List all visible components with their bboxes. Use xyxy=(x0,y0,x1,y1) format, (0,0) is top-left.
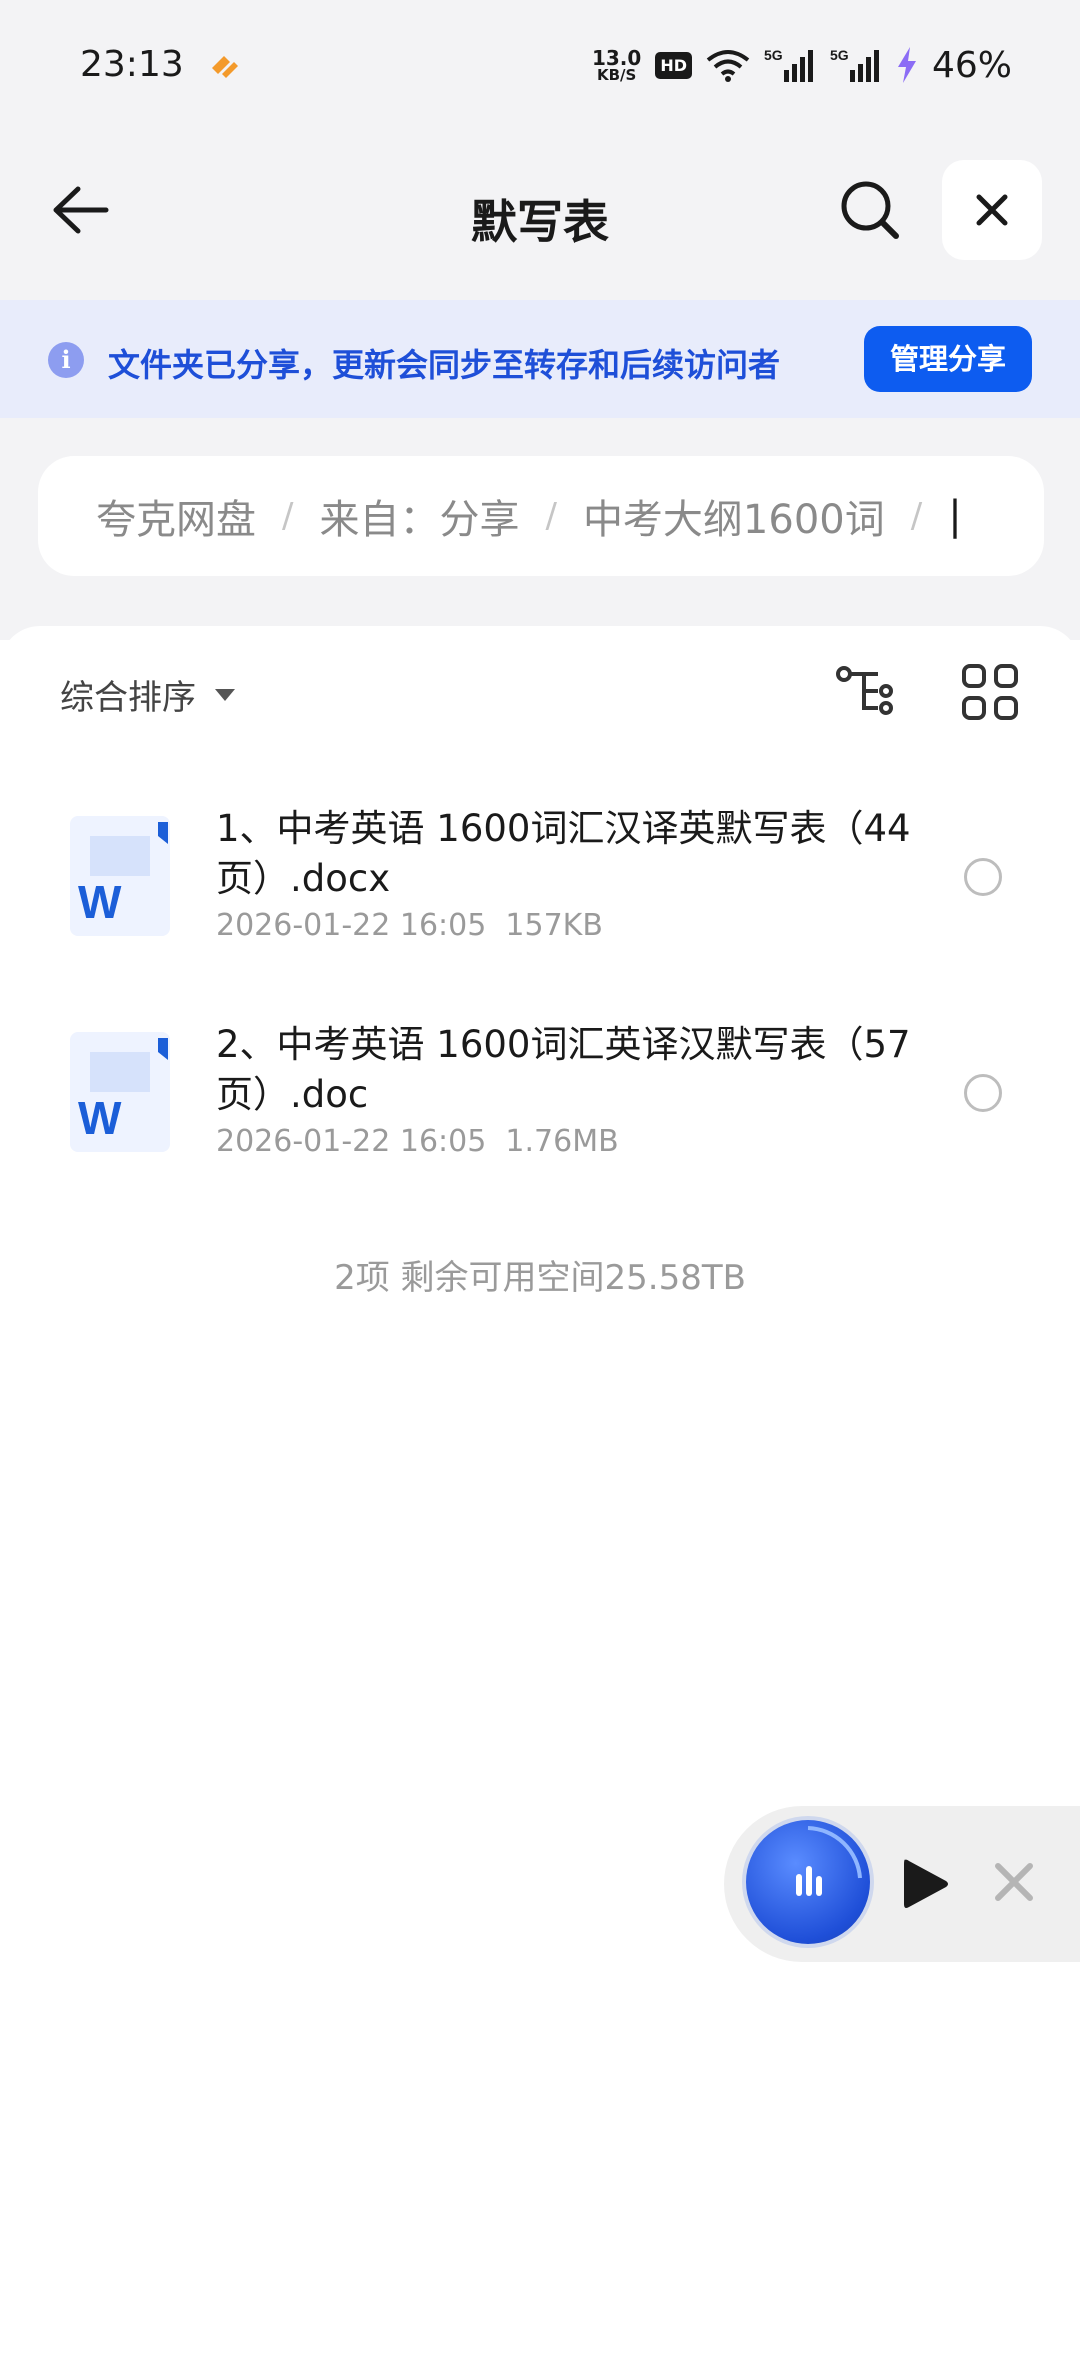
svg-text:5G: 5G xyxy=(764,47,783,63)
signal-5g-icon-2: 5G xyxy=(830,47,879,82)
file-size: 1.76MB xyxy=(505,1124,619,1159)
battery-percent: 46% xyxy=(931,44,1012,86)
svg-text:W: W xyxy=(78,1092,122,1144)
sort-dropdown[interactable]: 综合排序 xyxy=(60,670,236,719)
net-speed-unit: KB/S xyxy=(596,65,637,84)
select-radio[interactable] xyxy=(964,1074,1002,1112)
tree-structure-icon xyxy=(836,666,893,715)
breadcrumb-item-current[interactable]: | xyxy=(948,493,961,539)
hd-badge: HD xyxy=(655,51,692,79)
word-doc-icon: W xyxy=(68,814,172,938)
sort-label: 综合排序 xyxy=(60,678,196,718)
file-size: 157KB xyxy=(505,908,603,943)
play-button[interactable] xyxy=(900,1856,952,1912)
status-time: 23:13 xyxy=(80,44,184,85)
svg-text:5G: 5G xyxy=(830,47,849,63)
breadcrumb: 夸克网盘 / 来自：分享 / 中考大纲1600词 / | xyxy=(38,456,1044,576)
breadcrumb-separator: / xyxy=(910,496,923,536)
search-icon xyxy=(841,181,899,239)
manage-share-button[interactable]: 管理分享 xyxy=(864,326,1032,392)
breadcrumb-item-folder[interactable]: 中考大纲1600词 xyxy=(583,487,885,545)
file-list-item[interactable]: W 2、中考英语 1600词汇英译汉默写表（57页）.doc 2026-01-2… xyxy=(0,996,1080,1196)
net-speed-value: 13.0 xyxy=(591,45,642,70)
close-icon xyxy=(995,1863,1033,1901)
breadcrumb-separator: / xyxy=(545,496,557,536)
share-banner-text: 文件夹已分享，更新会同步至转存和后续访问者 xyxy=(108,346,781,384)
tree-view-button[interactable] xyxy=(834,660,904,724)
storage-summary: 2项 剩余可用空间25.58TB xyxy=(334,1258,746,1298)
search-button[interactable] xyxy=(836,176,904,244)
charging-bolt-icon xyxy=(897,47,916,83)
header: 默写表 xyxy=(0,150,1080,270)
word-doc-icon: W xyxy=(68,1030,172,1154)
share-banner: i 文件夹已分享，更新会同步至转存和后续访问者 管理分享 xyxy=(0,300,1080,418)
close-icon xyxy=(976,194,1008,226)
breadcrumb-item-root[interactable]: 夸克网盘 xyxy=(96,487,256,545)
info-icon: i xyxy=(48,342,84,378)
file-name: 1、中考英语 1600词汇汉译英默写表（44页）.docx xyxy=(216,807,911,900)
breadcrumb-separator: / xyxy=(282,496,294,536)
notification-app-icon xyxy=(206,48,242,84)
caret-down-icon xyxy=(215,688,235,701)
floating-audio-player xyxy=(724,1806,1080,1962)
play-icon xyxy=(904,1859,948,1908)
file-list-panel: 综合排序 W 1、中考英语 1600词汇汉译英默写表（44页）.docx 202… xyxy=(0,626,1080,2376)
file-name: 2、中考英语 1600词汇英译汉默写表（57页）.doc xyxy=(216,1023,911,1116)
svg-text:W: W xyxy=(78,876,122,928)
wifi-icon xyxy=(706,50,750,82)
status-bar: 23:13 13.0 KB/S HD 5G 5G 46% xyxy=(0,0,1080,130)
signal-5g-icon: 5G xyxy=(764,47,813,82)
audio-disc-button[interactable] xyxy=(746,1820,870,1944)
file-date: 2026-01-22 16:05 xyxy=(216,908,487,943)
audio-bars-icon xyxy=(796,1826,862,1896)
file-meta: 2026-01-22 16:05 1.76MB xyxy=(216,1124,619,1159)
audio-close-button[interactable] xyxy=(992,1860,1036,1904)
select-radio[interactable] xyxy=(964,858,1002,896)
file-date: 2026-01-22 16:05 xyxy=(216,1124,487,1159)
close-button[interactable] xyxy=(942,160,1042,260)
grid-icon xyxy=(962,664,1018,720)
network-speed: 13.0 KB/S xyxy=(592,48,641,83)
breadcrumb-item-shared[interactable]: 来自：分享 xyxy=(319,487,519,545)
file-list-item[interactable]: W 1、中考英语 1600词汇汉译英默写表（44页）.docx 2026-01-… xyxy=(0,780,1080,980)
grid-view-button[interactable] xyxy=(958,660,1022,724)
page-title: 默写表 xyxy=(471,195,609,249)
file-meta: 2026-01-22 16:05 157KB xyxy=(216,908,603,943)
status-icons: 13.0 KB/S HD 5G 5G 46% xyxy=(592,40,1012,90)
